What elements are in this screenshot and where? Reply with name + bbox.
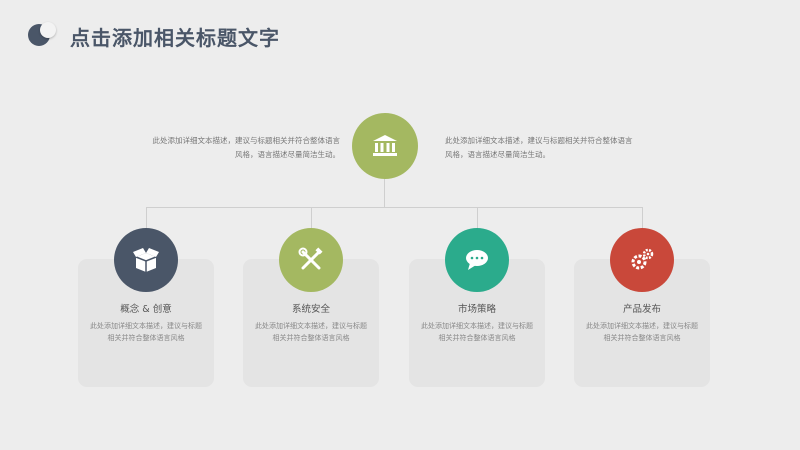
chat-icon: [466, 250, 488, 270]
bank-icon: [373, 135, 397, 156]
card-3-title[interactable]: 市场策略: [409, 301, 545, 315]
card-3-icon-circle: [445, 228, 509, 292]
logo-light-circle: [40, 22, 56, 38]
gear-icon: [631, 248, 654, 270]
connector-main: [384, 179, 385, 207]
card-1-icon-circle: [114, 228, 178, 292]
card-2-desc[interactable]: 此处添加详细文本描述，建议与标题相关并符合整体语言风格: [253, 320, 369, 344]
card-3-desc[interactable]: 此处添加详细文本描述，建议与标题相关并符合整体语言风格: [419, 320, 535, 344]
connector-horizontal: [146, 207, 642, 208]
connector-3: [477, 207, 478, 229]
connector-1: [146, 207, 147, 229]
card-4-icon-circle: [610, 228, 674, 292]
card-1-title[interactable]: 概念 & 创意: [78, 301, 214, 315]
hub-circle: [352, 113, 418, 179]
box-icon: [133, 248, 159, 272]
card-4-desc[interactable]: 此处添加详细文本描述，建议与标题相关并符合整体语言风格: [584, 320, 700, 344]
top-left-text[interactable]: 此处添加详细文本描述，建议与标题相关并符合整体语言风格，语言描述尽量简洁生动。: [150, 134, 341, 162]
connector-2: [311, 207, 312, 229]
card-1-desc[interactable]: 此处添加详细文本描述，建议与标题相关并符合整体语言风格: [88, 320, 204, 344]
connector-4: [642, 207, 643, 229]
card-2-icon-circle: [279, 228, 343, 292]
card-2-title[interactable]: 系统安全: [243, 301, 379, 315]
top-right-text[interactable]: 此处添加详细文本描述，建议与标题相关并符合整体语言风格，语言描述尽量简洁生动。: [445, 134, 635, 162]
card-4-title[interactable]: 产品发布: [574, 301, 710, 315]
tools-icon: [298, 247, 323, 270]
page-title[interactable]: 点击添加相关标题文字: [70, 22, 280, 51]
logo: [28, 22, 58, 48]
